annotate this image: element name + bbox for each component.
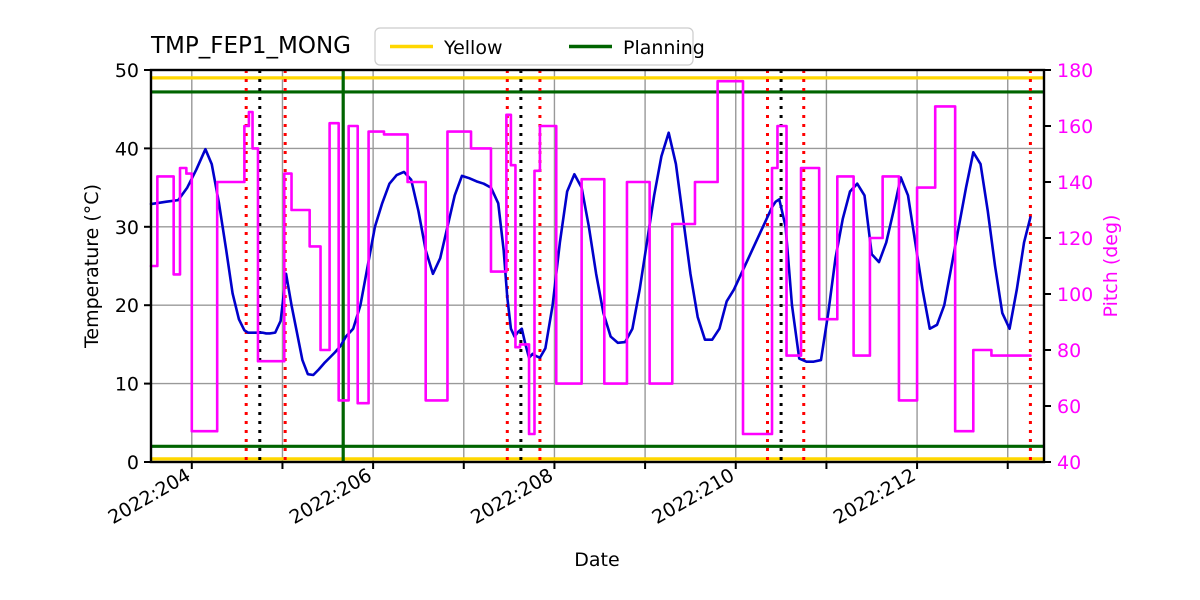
x-axis-title: Date [574,549,619,571]
x-axis-ticks: 2022:204 2022:206 2022:208 2022:210 2022:212 [104,462,1009,529]
chart-figure: 0 10 20 30 40 50 40 60 80 100 120 140 160 180 2022:2… [0,0,1200,600]
y-tick-label-left: 0 [127,452,139,474]
y-tick-label-left: 30 [115,217,139,239]
y-tick-label-left: 40 [115,138,139,160]
y-tick-label-right: 180 [1057,60,1093,82]
x-tick-label: 2022:204 [104,464,194,529]
y-axis-left-ticks: 0 10 20 30 40 50 [115,60,151,474]
page-title: TMP_FEP1_MONG [150,33,351,59]
x-tick-label: 2022:210 [648,464,738,529]
y-axis-left-title: Temperature (°C) [81,184,103,349]
y-tick-label-right: 60 [1057,396,1081,418]
y-axis-right-ticks: 40 60 80 100 120 140 160 180 [1044,60,1093,474]
y-tick-label-left: 50 [115,60,139,82]
y-tick-label-right: 140 [1057,172,1093,194]
y-tick-label-left: 20 [115,295,139,317]
y-tick-label-right: 40 [1057,452,1081,474]
y-tick-label-right: 80 [1057,340,1081,362]
legend: Yellow Planning [374,27,705,66]
x-tick-label: 2022:208 [467,464,557,529]
legend-label: Planning [623,37,705,59]
x-tick-label: 2022:206 [286,464,376,529]
x-tick-label: 2022:212 [830,464,920,529]
y-tick-label-right: 160 [1057,116,1093,138]
chart-canvas: 0 10 20 30 40 50 40 60 80 100 120 140 160 180 2022:2… [81,27,1122,571]
y-tick-label-right: 120 [1057,228,1093,250]
legend-label: Yellow [443,37,503,59]
y-tick-label-right: 100 [1057,284,1093,306]
y-tick-label-left: 10 [115,374,139,396]
y-axis-right-title: Pitch (deg) [1100,215,1122,318]
